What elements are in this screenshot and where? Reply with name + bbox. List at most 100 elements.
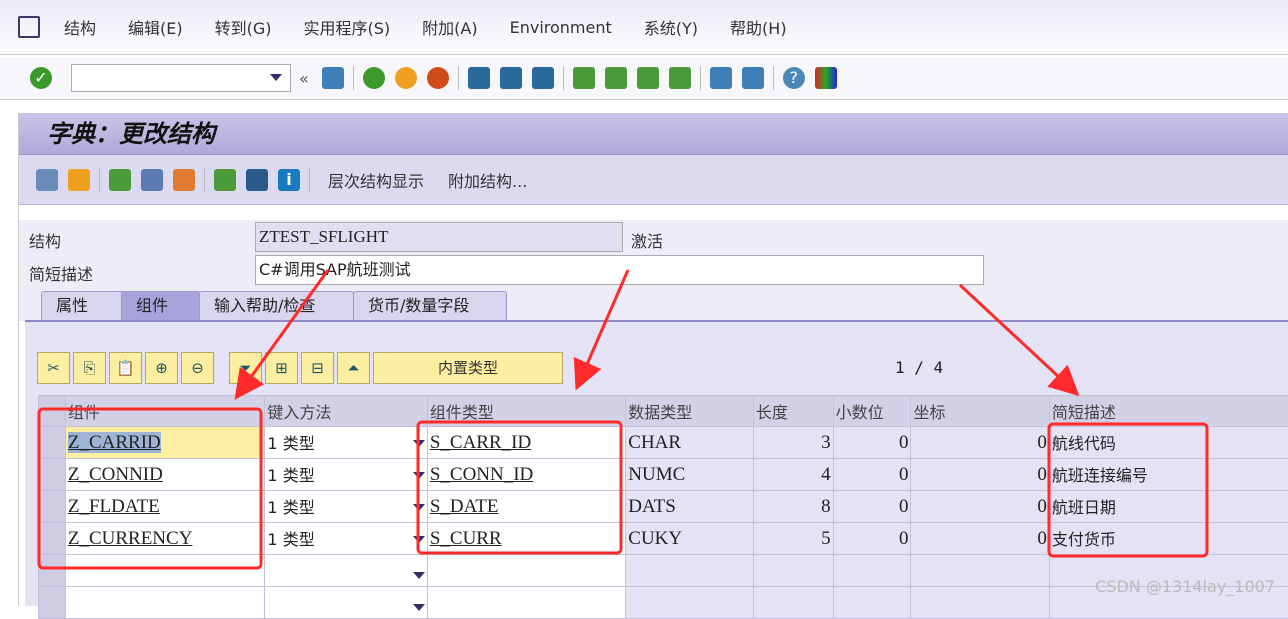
component-cell-text: Z_FLDATE xyxy=(68,496,160,517)
find-icon[interactable] xyxy=(500,67,522,89)
short-desc-cell-text: 航班连接编号 xyxy=(1052,466,1148,485)
typing-method-cell[interactable]: 1 类型 xyxy=(265,491,427,523)
length-cell-text: 4 xyxy=(821,464,831,485)
row-selector[interactable] xyxy=(39,427,66,459)
shortcut-icon[interactable] xyxy=(742,67,764,89)
append-structure-button[interactable]: 附加结构... xyxy=(448,168,527,192)
chevron-down-icon[interactable] xyxy=(413,572,425,579)
menu-edit[interactable]: 编辑(E) xyxy=(112,15,199,39)
paste-icon[interactable]: 📋 xyxy=(109,352,142,384)
page-indicator: 1 / 4 xyxy=(895,358,943,377)
command-field[interactable] xyxy=(71,64,291,92)
component-type-cell[interactable]: S_CARR_ID xyxy=(427,427,625,459)
menu-bar: 结构 编辑(E) 转到(G) 实用程序(S) 附加(A) Environment… xyxy=(0,0,1288,55)
check-icon[interactable] xyxy=(109,169,131,191)
menu-goto[interactable]: 转到(G) xyxy=(199,15,288,39)
where-used-icon[interactable] xyxy=(173,169,195,191)
coordinate-cell: 0 xyxy=(911,491,1049,523)
coordinate-cell xyxy=(911,555,1049,587)
component-type-cell[interactable] xyxy=(427,587,625,619)
tab-components[interactable]: 组件 xyxy=(121,291,201,321)
short-desc-input[interactable]: C#调用SAP航班测试 xyxy=(255,255,984,285)
menu-extras[interactable]: 附加(A) xyxy=(406,15,493,39)
chevron-down-icon[interactable] xyxy=(413,440,425,447)
component-type-cell[interactable]: S_DATE xyxy=(427,491,625,523)
chevron-down-icon[interactable] xyxy=(413,604,425,611)
customize-layout-icon[interactable] xyxy=(815,67,837,89)
row-selector[interactable] xyxy=(39,587,66,619)
length-cell-text: 8 xyxy=(821,496,831,517)
chevron-down-icon[interactable] xyxy=(270,74,282,81)
status-text: 激活 xyxy=(631,228,663,252)
insert-row-icon[interactable]: ⊕ xyxy=(145,352,178,384)
menu-environment[interactable]: Environment xyxy=(494,18,628,37)
component-cell[interactable]: Z_CARRID xyxy=(65,427,265,459)
find-next-icon[interactable] xyxy=(532,67,554,89)
short-desc-cell-text: 支付货币 xyxy=(1052,530,1116,549)
first-page-icon[interactable] xyxy=(573,67,595,89)
decimals-cell-text: 0 xyxy=(899,464,909,485)
component-cell[interactable] xyxy=(65,587,265,619)
chevron-down-icon[interactable] xyxy=(413,504,425,511)
component-cell[interactable]: Z_CONNID xyxy=(65,459,265,491)
component-type-cell[interactable]: S_CURR xyxy=(427,523,625,555)
new-session-icon[interactable] xyxy=(710,67,732,89)
hierarchy-display-button[interactable]: 层次结构显示 xyxy=(328,168,424,192)
expand-icon[interactable]: ⊞ xyxy=(265,352,298,384)
activate-icon[interactable] xyxy=(141,169,163,191)
select-all[interactable] xyxy=(39,396,66,427)
back-icon[interactable] xyxy=(363,67,385,89)
help-icon[interactable]: ? xyxy=(783,67,805,89)
filter-icon[interactable]: ⏷ xyxy=(229,352,262,384)
delete-row-icon[interactable]: ⊖ xyxy=(181,352,214,384)
row-selector[interactable] xyxy=(39,523,66,555)
row-selector[interactable] xyxy=(39,491,66,523)
typing-method-cell[interactable]: 1 类型 xyxy=(265,459,427,491)
typing-method-cell[interactable]: 1 类型 xyxy=(265,523,427,555)
decimals-cell: 0 xyxy=(833,459,911,491)
tab-attributes[interactable]: 属性 xyxy=(41,291,125,321)
previous-page-icon[interactable] xyxy=(605,67,627,89)
menu-utilities[interactable]: 实用程序(S) xyxy=(288,15,407,39)
other-object-icon[interactable] xyxy=(68,169,90,191)
enter-check-icon[interactable]: ✓ xyxy=(30,67,52,89)
menu-structure[interactable]: 结构 xyxy=(48,15,112,39)
typing-method-cell[interactable] xyxy=(265,555,427,587)
length-cell: 3 xyxy=(753,427,833,459)
menu-system[interactable]: 系统(Y) xyxy=(628,15,714,39)
row-selector[interactable] xyxy=(39,459,66,491)
component-type-cell[interactable] xyxy=(427,555,625,587)
collapse-icon[interactable]: ⊟ xyxy=(301,352,334,384)
typing-method-cell[interactable]: 1 类型 xyxy=(265,427,427,459)
object-list-icon[interactable] xyxy=(246,169,268,191)
collapse-icon[interactable]: « xyxy=(299,69,309,88)
print-icon[interactable] xyxy=(468,67,490,89)
cut-icon[interactable]: ✂ xyxy=(37,352,70,384)
component-cell[interactable]: Z_CURRENCY xyxy=(65,523,265,555)
main-frame: 字典：更改结构 i 层次结构显示 附加结构... 结构 ZTEST_SFLIGH… xyxy=(18,113,1288,606)
component-cell[interactable]: Z_FLDATE xyxy=(65,491,265,523)
component-cell[interactable] xyxy=(65,555,265,587)
chevron-down-icon[interactable] xyxy=(413,472,425,479)
exit-icon[interactable] xyxy=(395,67,417,89)
chevron-down-icon[interactable] xyxy=(413,536,425,543)
copy-icon[interactable]: ⎘ xyxy=(73,352,106,384)
info-icon[interactable]: i xyxy=(278,169,300,191)
tab-currency-quantity[interactable]: 货币/数量字段 xyxy=(353,291,507,321)
save-icon[interactable] xyxy=(322,67,344,89)
last-page-icon[interactable] xyxy=(669,67,691,89)
cancel-icon[interactable] xyxy=(427,67,449,89)
hierarchy-icon[interactable] xyxy=(214,169,236,191)
row-selector[interactable] xyxy=(39,555,66,587)
sort-icon[interactable]: ⏶ xyxy=(337,352,370,384)
system-menu-icon[interactable] xyxy=(18,16,40,38)
builtin-type-button[interactable]: 内置类型 xyxy=(373,352,563,384)
tab-input-help[interactable]: 输入帮助/检查 xyxy=(199,291,354,321)
data-type-cell xyxy=(626,555,754,587)
typing-method-cell[interactable] xyxy=(265,587,427,619)
component-type-cell[interactable]: S_CONN_ID xyxy=(427,459,625,491)
short-desc-label: 简短描述 xyxy=(29,261,93,285)
menu-help[interactable]: 帮助(H) xyxy=(714,15,803,39)
next-page-icon[interactable] xyxy=(637,67,659,89)
display-change-icon[interactable] xyxy=(36,169,58,191)
